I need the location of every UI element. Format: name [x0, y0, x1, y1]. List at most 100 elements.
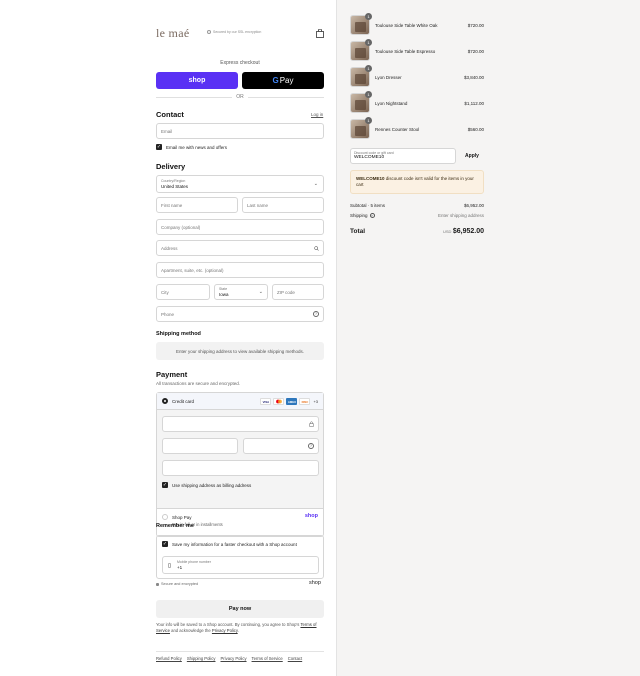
country-label: Country/Region — [161, 179, 186, 183]
apartment-field[interactable]: Apartment, suite, etc. (optional) — [156, 262, 324, 278]
state-select[interactable]: State Iowa ⌄ — [214, 284, 268, 300]
shopping-bag-icon[interactable] — [316, 29, 324, 38]
contact-heading: Contact — [156, 110, 184, 119]
country-select[interactable]: Country/Region United States ⌄ — [156, 175, 324, 193]
item-price: $3,840.00 — [463, 74, 484, 80]
lock-icon — [309, 421, 314, 427]
newsletter-checkbox-row[interactable]: ✓ Email me with news and offers — [156, 144, 227, 150]
chevron-down-icon: ⌄ — [313, 181, 318, 187]
billing-checkbox-row[interactable]: ✓ Use shipping address as billing addres… — [162, 482, 251, 488]
address-field[interactable]: Address — [156, 240, 324, 256]
payment-heading: Payment — [156, 370, 188, 379]
shipping-row: Shipping ? Enter shipping address — [350, 213, 484, 218]
item-name: Toulouse Side Table White Oak — [375, 22, 438, 28]
brand-logo[interactable]: le maé — [156, 26, 189, 41]
item-name: Rennes Counter Stool — [375, 126, 420, 132]
save-info-checkbox[interactable]: ✓ — [162, 541, 168, 547]
login-link[interactable]: Log in — [311, 112, 323, 117]
delivery-heading: Delivery — [156, 162, 186, 171]
shop-pay-option[interactable]: Shop Pay Pay in full or in installments … — [157, 508, 323, 536]
credit-card-label: Credit card — [172, 398, 195, 404]
discount-warning: WELCOME10 discount code isn't valid for … — [350, 170, 484, 194]
google-pay-button[interactable]: G Pay — [242, 72, 324, 89]
footer-link-privacy[interactable]: Privacy Policy — [220, 656, 246, 661]
footer-link-refund[interactable]: Refund Policy — [156, 656, 182, 661]
mobile-label: Mobile phone number — [177, 560, 211, 564]
product-thumbnail: 1 — [350, 65, 372, 87]
quantity-badge: 1 — [365, 91, 372, 98]
pay-now-label: Pay now — [228, 606, 252, 612]
last-name-field[interactable]: Last name — [242, 197, 324, 213]
total-label: Total — [350, 228, 366, 235]
google-pay-button-label: Pay — [279, 76, 294, 85]
shop-pay-radio[interactable] — [162, 514, 168, 520]
company-field[interactable]: Company (optional) — [156, 219, 324, 235]
email-field[interactable]: Email — [156, 123, 324, 139]
remember-heading: Remember me — [156, 523, 194, 529]
mobile-phone-field[interactable]: Mobile phone number +1 — [162, 556, 319, 574]
discount-code-field[interactable]: Discount code or gift card WELCOME10 — [350, 148, 456, 164]
card-brands: VISA AMEX DISC +3 — [260, 398, 318, 405]
newsletter-label: Email me with news and offers — [166, 144, 227, 150]
footer-link-contact[interactable]: Contact — [288, 656, 302, 661]
city-field[interactable]: City — [156, 284, 210, 300]
help-icon[interactable]: ? — [313, 311, 319, 317]
shipping-label: Shipping — [350, 213, 368, 218]
apply-label: Apply — [465, 153, 479, 159]
email-placeholder: Email — [161, 128, 173, 134]
discover-icon: DISC — [299, 398, 311, 405]
footer-link-shipping[interactable]: Shipping Policy — [187, 656, 216, 661]
footer-link-terms[interactable]: Terms of Service — [252, 656, 283, 661]
mobile-value: +1 — [177, 565, 183, 570]
apply-discount-button[interactable]: Apply — [460, 148, 484, 164]
security-code-field[interactable]: ? — [243, 438, 319, 454]
shop-logo: shop — [309, 580, 321, 586]
state-value: Iowa — [219, 292, 229, 297]
pay-now-button[interactable]: Pay now — [156, 600, 324, 618]
or-divider-label: OR — [236, 94, 244, 100]
shipping-value: Enter shipping address — [437, 213, 484, 218]
first-name-field[interactable]: First name — [156, 197, 238, 213]
quantity-badge: 1 — [365, 117, 372, 124]
total-value: $6,952.00 — [452, 228, 484, 235]
footer-links: Refund Policy Shipping Policy Privacy Po… — [156, 656, 302, 661]
currency-code: USD — [443, 229, 452, 234]
cart-item: 1 Lyon Dresser $3,840.00 — [350, 65, 484, 87]
item-name: Toulouse Side Table Espresso — [375, 48, 436, 54]
newsletter-checkbox[interactable]: ✓ — [156, 144, 162, 150]
product-thumbnail: 1 — [350, 117, 372, 139]
shipping-method-note: Enter your shipping address to view avai… — [156, 342, 324, 360]
country-value: United States — [161, 184, 189, 189]
privacy-policy-link[interactable]: Privacy Policy — [212, 628, 238, 633]
billing-checkbox[interactable]: ✓ — [162, 482, 168, 488]
secure-encrypted-note: Secure and encrypted — [156, 582, 198, 586]
zip-field[interactable]: ZIP code — [272, 284, 324, 300]
credit-card-radio[interactable] — [162, 398, 168, 404]
terms-text-2: and acknowledge the — [171, 628, 211, 633]
save-info-checkbox-row[interactable]: ✓ Save my information for a faster check… — [162, 541, 297, 547]
quantity-badge: 1 — [365, 13, 372, 20]
address-placeholder: Address — [161, 245, 178, 251]
help-icon[interactable]: ? — [369, 213, 375, 218]
warning-code: WELCOME10 — [356, 176, 385, 181]
ssl-note-text: Secured by our SSL encryption — [213, 30, 262, 34]
shop-pay-button[interactable]: shop — [156, 72, 238, 89]
credit-card-option[interactable]: Credit card VISA AMEX DISC +3 — [157, 393, 323, 410]
help-icon[interactable]: ? — [308, 443, 314, 449]
secure-encrypted-label: Secure and encrypted — [161, 582, 199, 586]
phone-placeholder: Phone — [161, 311, 175, 317]
item-price: $1,112.00 — [464, 100, 484, 106]
phone-icon — [168, 563, 171, 568]
ssl-note: Secured by our SSL encryption — [207, 30, 261, 34]
subtotal-value: $6,952.00 — [463, 203, 484, 208]
expiry-field[interactable] — [162, 438, 238, 454]
card-number-field[interactable] — [162, 416, 319, 432]
google-g-icon: G — [272, 76, 279, 85]
terms-text: Your info will be saved to a Shop accoun… — [156, 622, 324, 634]
express-checkout-label: Express checkout — [220, 60, 260, 66]
zip-placeholder: ZIP code — [277, 289, 295, 295]
name-on-card-field[interactable] — [162, 460, 319, 476]
lock-icon — [207, 30, 211, 34]
lock-icon — [156, 582, 159, 586]
phone-field[interactable]: Phone ? — [156, 306, 324, 322]
